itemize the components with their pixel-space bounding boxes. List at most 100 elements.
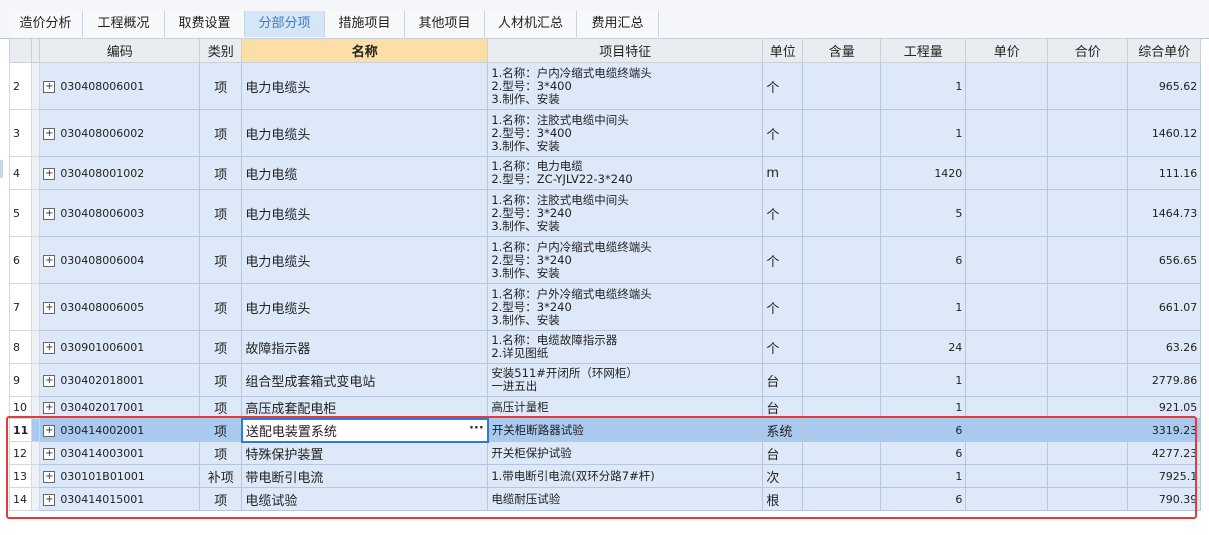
quantity-cell[interactable]: 6 [880,236,967,284]
quantity-cell[interactable]: 5 [880,189,967,237]
quantity-cell[interactable]: 24 [880,330,967,364]
expand-icon[interactable]: + [43,374,56,387]
expand-icon[interactable]: + [43,402,56,414]
expand-icon[interactable]: + [43,254,56,267]
feature-cell[interactable]: 安装511#开闭所（环网柜） 一进五出 [487,363,764,397]
table-row[interactable]: 7 +030408006005 项 电力电缆头 1.名称：户外冷缩式电缆终端头 … [8,283,1202,331]
code-text: 030408006002 [60,126,145,140]
unit-cell: 个 [762,189,804,237]
expand-icon[interactable]: + [43,207,56,220]
name-cell[interactable]: 电力电缆头 [241,62,489,110]
feature-cell[interactable]: 1.名称：户内冷缩式电缆终端头 2.型号：3*400 3.制作、安装 [487,62,764,110]
table-row[interactable]: 14 +030414015001 项 电缆试验 电缆耐压试验 根 6 790.3… [8,487,1202,511]
code-text: 030408001002 [60,166,145,180]
unit-price-cell: 63.26 [1127,330,1202,364]
header-price[interactable]: 单价 [965,38,1049,63]
expand-icon[interactable]: + [43,424,56,437]
tab-fee-settings[interactable]: 取费设置 [165,11,245,37]
feature-cell[interactable]: 1.名称：注胶式电缆中间头 2.型号：3*240 3.制作、安装 [487,189,764,237]
feature-line: 3.制作、安装 [491,312,560,327]
table-row[interactable]: 6 +030408006004 项 电力电缆头 1.名称：户内冷缩式电缆终端头 … [8,236,1202,284]
row-number: 11 [8,418,33,442]
expand-icon[interactable]: + [43,127,56,140]
header-name[interactable]: 名称 [241,38,489,63]
tab-cost-analysis[interactable]: 造价分析 [9,11,83,37]
header-content[interactable]: 含量 [802,38,882,63]
header-total[interactable]: 合价 [1047,38,1129,63]
row-number: 2 [8,62,33,110]
tab-sub-items[interactable]: 分部分项 [245,11,325,37]
feature-cell[interactable]: 1.名称：注胶式电缆中间头 2.型号：3*400 3.制作、安装 [487,109,764,157]
name-cell[interactable]: 电力电缆头 [241,236,489,284]
quantity-cell[interactable]: 1 [880,363,967,397]
header-unit[interactable]: 单位 [762,38,804,63]
name-cell[interactable]: 电力电缆头 [241,283,489,331]
name-cell-editing[interactable]: 送配电装置系统 ··· [240,417,489,443]
name-cell[interactable]: 电力电缆 [241,156,489,190]
name-cell[interactable]: 电缆试验 [241,487,489,511]
quantity-cell[interactable]: 6 [880,418,967,442]
quantity-cell[interactable]: 6 [880,487,967,511]
name-cell[interactable]: 特殊保护装置 [241,441,489,465]
expand-icon[interactable]: + [43,80,56,93]
quantity-cell[interactable]: 1 [880,283,967,331]
name-cell[interactable]: 带电断引电流 [241,464,489,488]
tab-other-items[interactable]: 其他项目 [405,11,485,37]
name-cell[interactable]: 组合型成套箱式变电站 [241,363,489,397]
quantity-cell[interactable]: 1 [880,464,967,488]
expand-icon[interactable]: + [43,167,56,180]
feature-cell[interactable]: 高压计量柜 [487,396,764,419]
expand-icon[interactable]: + [43,301,56,314]
feature-cell[interactable]: 开关柜断路器试验 [487,418,764,442]
table-row[interactable]: 10 +030402017001 项 高压成套配电柜 高压计量柜 台 1 921… [8,396,1202,419]
header-code[interactable]: 编码 [39,38,201,63]
quantity-cell[interactable]: 1420 [880,156,967,190]
feature-cell[interactable]: 开关柜保护试验 [487,441,764,465]
feature-cell[interactable]: 1.名称：电缆故障指示器 2.详见图纸 [487,330,764,364]
feature-cell[interactable]: 1.带电断引电流(双环分路7#杆) [487,464,764,488]
row-number: 13 [8,464,33,488]
feature-line: 电缆耐压试验 [491,491,561,506]
unit-cell: 个 [762,236,804,284]
price-cell [965,363,1049,397]
name-cell[interactable]: 电力电缆头 [241,189,489,237]
quantity-cell[interactable]: 6 [880,441,967,465]
table-row-selected[interactable]: 11 +030414002001 项 送配电装置系统 ··· 开关柜断路器试验 系… [8,417,1202,443]
tab-project-overview[interactable]: 工程概况 [83,11,165,37]
unit-cell: 台 [762,396,804,419]
feature-cell[interactable]: 1.名称：户外冷缩式电缆终端头 2.型号：3*240 3.制作、安装 [487,283,764,331]
name-cell[interactable]: 故障指示器 [241,330,489,364]
header-quantity[interactable]: 工程量 [880,38,967,63]
feature-cell[interactable]: 电缆耐压试验 [487,487,764,511]
expand-icon[interactable]: + [43,493,56,506]
price-cell [965,464,1049,488]
header-feature[interactable]: 项目特征 [487,38,764,63]
quantity-cell[interactable]: 1 [880,396,967,419]
table-row[interactable]: 9 +030402018001 项 组合型成套箱式变电站 安装511#开闭所（环… [8,363,1202,397]
tab-labor-material-summary[interactable]: 人材机汇总 [485,11,577,37]
feature-cell[interactable]: 1.名称：电力电缆 2.型号：ZC-YJLV22-3*240 [487,156,764,190]
table-row[interactable]: 12 +030414003001 项 特殊保护装置 开关柜保护试验 台 6 42… [8,441,1202,465]
quantity-cell[interactable]: 1 [880,109,967,157]
header-type[interactable]: 类别 [199,38,243,63]
tab-fee-summary[interactable]: 费用汇总 [577,11,659,37]
table-row[interactable]: 8 +030901006001 项 故障指示器 1.名称：电缆故障指示器 2.详… [8,330,1202,364]
table-row[interactable]: 4 +030408001002 项 电力电缆 1.名称：电力电缆 2.型号：ZC… [8,156,1202,190]
feature-line: 一进五出 [491,379,538,393]
expand-icon[interactable]: + [43,470,56,483]
header-unit-price[interactable]: 综合单价 [1127,38,1202,63]
tab-measures[interactable]: 措施项目 [325,11,405,37]
name-cell[interactable]: 电力电缆头 [241,109,489,157]
name-cell[interactable]: 高压成套配电柜 [241,396,489,419]
expand-icon[interactable]: + [43,447,56,460]
table-row[interactable]: 13 +030101B01001 补项 带电断引电流 1.带电断引电流(双环分路… [8,464,1202,488]
table-row[interactable]: 3 +030408006002 项 电力电缆头 1.名称：注胶式电缆中间头 2.… [8,109,1202,157]
more-options-icon[interactable]: ··· [469,421,484,436]
feature-cell[interactable]: 1.名称：户内冷缩式电缆终端头 2.型号：3*240 3.制作、安装 [487,236,764,284]
code-text: 030408006003 [60,206,145,220]
row-gap [31,156,41,190]
quantity-cell[interactable]: 1 [880,62,967,110]
table-row[interactable]: 5 +030408006003 项 电力电缆头 1.名称：注胶式电缆中间头 2.… [8,189,1202,237]
expand-icon[interactable]: + [43,341,56,354]
table-row[interactable]: 2 +030408006001 项 电力电缆头 1.名称：户内冷缩式电缆终端头 … [8,62,1202,110]
